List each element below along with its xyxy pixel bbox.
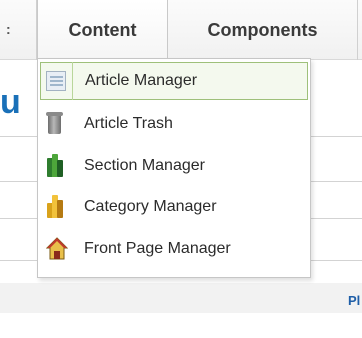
menu-item-article-manager[interactable]: Article Manager xyxy=(40,62,308,100)
menu-item-content-label: Content xyxy=(68,19,137,40)
content-dropdown-menu: Article Manager Article Trash Section Ma… xyxy=(37,58,311,278)
home-icon xyxy=(40,230,72,268)
menu-item-label: Article Manager xyxy=(85,72,198,89)
footer-bar xyxy=(0,283,362,313)
yellow-books-icon xyxy=(40,188,72,226)
menu-item-label: Section Manager xyxy=(84,157,205,174)
trash-can-icon xyxy=(40,105,72,143)
menu-item-category-manager[interactable]: Category Manager xyxy=(40,188,308,226)
menu-item-previous-fragment: : xyxy=(6,21,11,37)
menu-item-components[interactable]: Components xyxy=(168,0,358,60)
menu-item-label: Article Trash xyxy=(84,115,173,132)
menu-item-article-trash[interactable]: Article Trash xyxy=(40,105,308,143)
top-menubar: : Content Components xyxy=(0,0,362,61)
menu-item-label: Category Manager xyxy=(84,198,217,215)
menu-item-content[interactable]: Content xyxy=(37,0,168,61)
menu-item-section-manager[interactable]: Section Manager xyxy=(40,147,308,185)
page-title-fragment: u xyxy=(0,83,21,121)
menu-item-components-label: Components xyxy=(207,19,318,40)
article-document-icon xyxy=(41,62,73,100)
menu-item-front-page-manager[interactable]: Front Page Manager xyxy=(40,230,308,268)
footer-link-fragment[interactable]: Pl xyxy=(348,293,360,308)
menu-item-label: Front Page Manager xyxy=(84,240,231,257)
menu-item-previous[interactable]: : xyxy=(0,0,37,60)
green-books-icon xyxy=(40,147,72,185)
